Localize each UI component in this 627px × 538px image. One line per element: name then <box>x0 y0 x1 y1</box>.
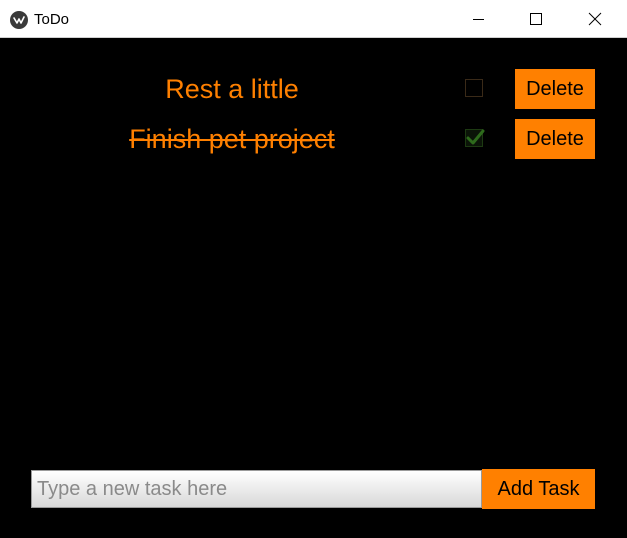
new-task-input[interactable] <box>31 470 482 508</box>
app-logo-icon <box>10 11 28 29</box>
close-icon <box>588 12 602 26</box>
window-title: ToDo <box>34 11 70 28</box>
maximize-button[interactable] <box>507 0 565 38</box>
task-item: Rest a little Delete <box>0 69 627 109</box>
maximize-icon <box>530 13 542 25</box>
minimize-icon <box>473 19 484 20</box>
title-bar[interactable]: ToDo <box>0 0 627 38</box>
todo-window: ToDo Rest a little Delete Finish pet pro… <box>0 0 627 538</box>
delete-task-button[interactable]: Delete <box>515 69 595 109</box>
task-item: Finish pet project Delete <box>0 119 627 159</box>
task-done-checkbox[interactable] <box>465 79 483 97</box>
minimize-button[interactable] <box>450 0 508 38</box>
checkmark-icon <box>466 129 485 145</box>
delete-task-button[interactable]: Delete <box>515 119 595 159</box>
task-label: Rest a little <box>165 74 299 104</box>
task-label: Finish pet project <box>129 124 335 154</box>
close-button[interactable] <box>566 0 624 38</box>
task-done-checkbox[interactable] <box>465 129 485 147</box>
add-task-button[interactable]: Add Task <box>482 469 595 509</box>
